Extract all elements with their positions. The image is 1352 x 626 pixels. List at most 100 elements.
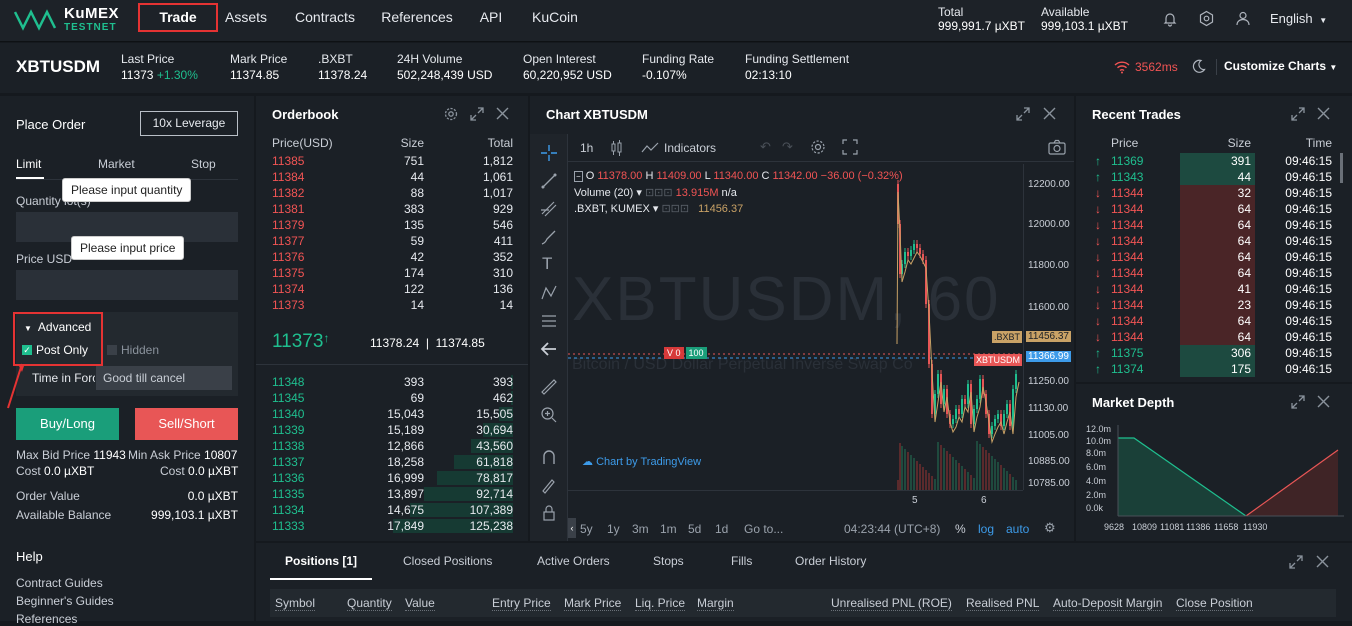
range-3m[interactable]: 3m <box>632 522 649 536</box>
nav-trade[interactable]: Trade <box>138 3 218 32</box>
chart-settings-icon[interactable]: ⚙ <box>1044 520 1056 536</box>
magnet-icon[interactable] <box>540 448 558 466</box>
range-1m[interactable]: 1m <box>660 522 677 536</box>
log-toggle[interactable]: log <box>978 522 994 536</box>
nav-api[interactable]: API <box>476 0 506 42</box>
prediction-icon[interactable] <box>540 312 558 330</box>
lock-icon[interactable] <box>540 504 558 522</box>
positions-column-header[interactable]: Realised PNL <box>966 596 1040 611</box>
auto-toggle[interactable]: auto <box>1006 522 1029 536</box>
positions-tab[interactable]: Positions [1] <box>270 543 373 580</box>
crosshair-icon[interactable] <box>540 144 558 162</box>
undo-icon[interactable]: ↶ <box>760 139 771 155</box>
range-1y[interactable]: 1y <box>607 522 620 536</box>
ruler-icon[interactable] <box>540 378 558 396</box>
camera-icon[interactable] <box>1048 139 1066 155</box>
positions-column-header[interactable]: Value <box>405 596 435 611</box>
expand-icon[interactable] <box>1016 107 1030 121</box>
bid-row[interactable]: 11345 69 462 <box>256 390 528 406</box>
ask-row[interactable]: 11384 44 1,061 <box>256 169 528 185</box>
lock-pencil-icon[interactable] <box>540 476 558 494</box>
bid-row[interactable]: 11333 17,849 125,238 <box>256 518 528 534</box>
positions-column-header[interactable]: Mark Price <box>564 596 622 611</box>
ticker-symbol[interactable]: XBTUSDM <box>16 57 100 77</box>
bid-row[interactable]: 11338 12,866 43,560 <box>256 438 528 454</box>
zoom-in-icon[interactable] <box>540 406 558 424</box>
post-only-checkbox[interactable]: ✓ <box>22 345 32 355</box>
expand-icon[interactable] <box>1289 555 1303 569</box>
positions-tab[interactable]: Closed Positions <box>388 543 507 580</box>
trendline-icon[interactable] <box>540 172 558 190</box>
positions-column-header[interactable]: Margin <box>697 596 734 611</box>
scrollbar[interactable] <box>1340 153 1343 183</box>
nav-kucoin[interactable]: KuCoin <box>530 0 580 42</box>
leverage-button[interactable]: 10x Leverage <box>140 111 238 136</box>
goto-button[interactable]: Go to... <box>744 522 783 536</box>
percent-toggle[interactable]: % <box>955 522 966 536</box>
nav-references[interactable]: References <box>380 0 454 42</box>
close-icon[interactable] <box>496 107 509 120</box>
brush-icon[interactable] <box>540 228 558 246</box>
kumex-logo[interactable]: KuMEX TESTNET <box>14 5 124 37</box>
positions-column-header[interactable]: Close Position <box>1176 596 1253 611</box>
expand-icon[interactable] <box>1291 395 1305 409</box>
bid-row[interactable]: 11336 16,999 78,817 <box>256 470 528 486</box>
ask-row[interactable]: 11375 174 310 <box>256 265 528 281</box>
time-axis[interactable]: 5 6 <box>568 490 1023 512</box>
bid-row[interactable]: 11348 393 393 <box>256 374 528 390</box>
positions-column-header[interactable]: Unrealised PNL (ROE) <box>831 596 952 611</box>
tab-market[interactable]: Market <box>98 157 135 171</box>
arrow-left-icon[interactable] <box>540 340 558 358</box>
nav-assets[interactable]: Assets <box>222 0 270 42</box>
range-1d[interactable]: 1d <box>715 522 728 536</box>
legend-toggle-icon[interactable]: − <box>574 171 583 182</box>
positions-column-header[interactable]: Auto-Deposit Margin <box>1053 596 1163 611</box>
buy-long-button[interactable]: Buy/Long <box>16 408 119 440</box>
ask-row[interactable]: 11381 383 929 <box>256 201 528 217</box>
positions-tab[interactable]: Fills <box>716 543 767 580</box>
positions-tab[interactable]: Active Orders <box>522 543 625 580</box>
redo-icon[interactable]: ↷ <box>782 139 793 155</box>
gear-icon[interactable] <box>444 107 458 121</box>
ask-row[interactable]: 11377 59 411 <box>256 233 528 249</box>
ask-row[interactable]: 11385 751 1,812 <box>256 153 528 169</box>
moon-icon[interactable] <box>1192 59 1206 73</box>
ask-row[interactable]: 11376 42 352 <box>256 249 528 265</box>
depth-chart[interactable]: 12.0m10.0m8.0m6.0m4.0m2.0m0.0k9628 10809 1… <box>1076 420 1352 541</box>
tab-stop[interactable]: Stop <box>191 157 216 171</box>
time-in-force-select[interactable]: Good till cancel <box>96 366 232 390</box>
expand-icon[interactable] <box>470 107 484 121</box>
ask-row[interactable]: 11374 122 136 <box>256 281 528 297</box>
nav-contracts[interactable]: Contracts <box>294 0 356 42</box>
legend-buttons-icon[interactable]: ⊡⊡⊡ <box>661 203 689 215</box>
range-5d[interactable]: 5d <box>688 522 701 536</box>
pattern-icon[interactable] <box>540 284 558 302</box>
candles-icon[interactable] <box>610 140 624 156</box>
range-5y[interactable]: 5y <box>580 522 593 536</box>
fullscreen-icon[interactable] <box>842 139 858 155</box>
advanced-toggle[interactable]: ▼ Advanced <box>24 320 91 334</box>
positions-column-header[interactable]: Symbol <box>275 596 316 611</box>
price-input[interactable] <box>16 270 238 300</box>
legend-buttons-icon[interactable]: ⊡⊡⊡ <box>645 187 673 199</box>
ask-row[interactable]: 11382 88 1,017 <box>256 185 528 201</box>
help-link-references[interactable]: References <box>16 612 77 626</box>
ask-row[interactable]: 11373 14 14 <box>256 297 528 313</box>
close-icon[interactable] <box>1317 395 1330 408</box>
positions-column-header[interactable]: Entry Price <box>492 596 551 611</box>
bell-icon[interactable] <box>1162 11 1178 27</box>
user-icon[interactable] <box>1235 10 1251 26</box>
customize-charts-button[interactable]: Customize Charts ▼ <box>1224 59 1337 73</box>
indicators-button[interactable]: Indicators <box>664 141 716 155</box>
text-tool-icon[interactable]: T <box>542 254 552 274</box>
sell-short-button[interactable]: Sell/Short <box>135 408 238 440</box>
bid-row[interactable]: 11339 15,189 30,694 <box>256 422 528 438</box>
ask-row[interactable]: 11379 135 546 <box>256 217 528 233</box>
interval-button[interactable]: 1h <box>580 141 593 155</box>
bid-row[interactable]: 11337 18,258 61,818 <box>256 454 528 470</box>
language-select[interactable]: English ▼ <box>1270 11 1327 26</box>
close-icon[interactable] <box>1316 555 1329 568</box>
chart-settings-icon[interactable] <box>810 139 826 155</box>
positions-column-header[interactable]: Liq. Price <box>635 596 686 611</box>
chart-canvas[interactable]: XBTUSDM, 60 Bitcoin / USD Dollar Perpetu… <box>568 164 1023 490</box>
